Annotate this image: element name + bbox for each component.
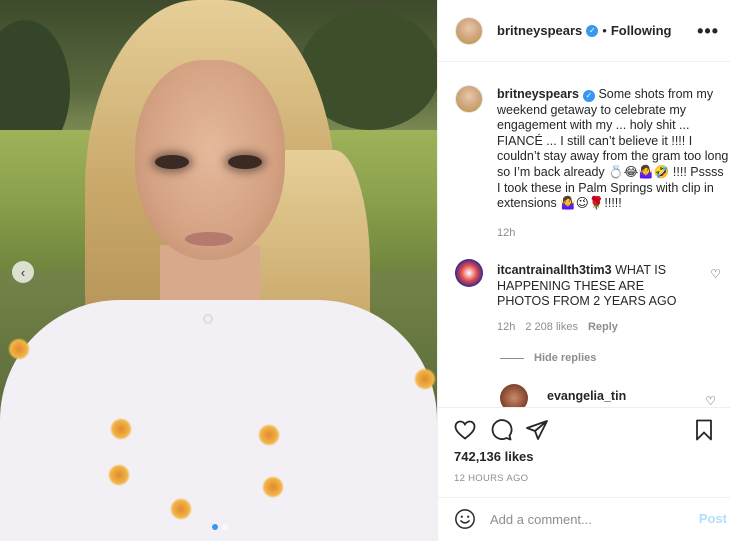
- photo-flower: [8, 338, 30, 360]
- caption-avatar[interactable]: [455, 85, 483, 113]
- photo-flower: [414, 368, 436, 390]
- reply-like-heart-icon[interactable]: ♡: [705, 394, 716, 407]
- comment-text: itcantrainallth3tim3 WHAT IS HAPPENING T…: [497, 263, 697, 310]
- comment-meta: 12h 2 208 likes Reply: [497, 321, 618, 333]
- photo-flower: [258, 424, 280, 446]
- commenter-avatar[interactable]: [455, 259, 483, 287]
- photo-lips: [185, 232, 233, 246]
- likes-count[interactable]: 742,136 likes: [454, 449, 534, 464]
- bookmark-icon[interactable]: [692, 418, 716, 442]
- photo-flower: [110, 418, 132, 440]
- verified-badge-icon: ✓: [586, 24, 599, 37]
- photo-flower: [170, 498, 192, 520]
- photo-blouse: [0, 300, 437, 541]
- post-photo[interactable]: ‹: [0, 0, 437, 541]
- caption-text: britneyspears ✓ Some shots from my weeken…: [497, 87, 729, 212]
- post-comment-button[interactable]: Post: [699, 511, 727, 526]
- reply-button[interactable]: Reply: [588, 321, 618, 333]
- reply-username[interactable]: evangelia_tin: [547, 389, 626, 403]
- photo-flower: [108, 464, 130, 486]
- following-button[interactable]: Following: [611, 23, 672, 38]
- more-options-icon[interactable]: •••: [697, 22, 719, 40]
- posted-time[interactable]: 12 HOURS AGO: [454, 473, 528, 484]
- comment-likes[interactable]: 2 208 likes: [525, 321, 578, 333]
- hide-replies-divider: [500, 357, 524, 359]
- heart-icon[interactable]: [453, 418, 477, 442]
- author-username[interactable]: britneyspears: [497, 23, 582, 38]
- carousel-dot: [222, 524, 228, 530]
- author-avatar[interactable]: [455, 16, 483, 45]
- caption-time[interactable]: 12h: [497, 227, 515, 239]
- post-side-panel: britneyspears ✓ • Following ••• britneys…: [437, 0, 730, 541]
- carousel-dot-active: [212, 524, 218, 530]
- add-comment-bar: Post: [438, 497, 730, 541]
- comment-icon[interactable]: [489, 418, 513, 442]
- caption-username[interactable]: britneyspears: [497, 87, 579, 101]
- hide-replies-button[interactable]: Hide replies: [500, 352, 596, 364]
- reply-avatar[interactable]: [500, 384, 528, 407]
- photo-prev-button[interactable]: ‹: [12, 261, 34, 283]
- emoji-icon[interactable]: [454, 508, 476, 530]
- photo-eye: [155, 155, 189, 169]
- header-separator: •: [602, 23, 607, 38]
- comment-time[interactable]: 12h: [497, 321, 515, 333]
- comment-input[interactable]: [490, 506, 680, 532]
- commenter-username[interactable]: itcantrainallth3tim3: [497, 263, 612, 277]
- carousel-dots: [212, 524, 228, 530]
- comments-section[interactable]: britneyspears ✓ Some shots from my weeken…: [438, 63, 730, 407]
- caption-body: Some shots from my weekend getaway to ce…: [497, 87, 729, 211]
- share-icon[interactable]: [525, 418, 549, 442]
- verified-badge-icon: ✓: [582, 90, 595, 102]
- hide-replies-label: Hide replies: [534, 352, 597, 364]
- photo-necklace: [203, 314, 213, 324]
- photo-eye: [228, 155, 262, 169]
- post-actions: 742,136 likes 12 HOURS AGO: [438, 407, 730, 503]
- post-header: britneyspears ✓ • Following •••: [438, 0, 730, 62]
- photo-flower: [262, 476, 284, 498]
- comment-like-heart-icon[interactable]: ♡: [710, 267, 721, 281]
